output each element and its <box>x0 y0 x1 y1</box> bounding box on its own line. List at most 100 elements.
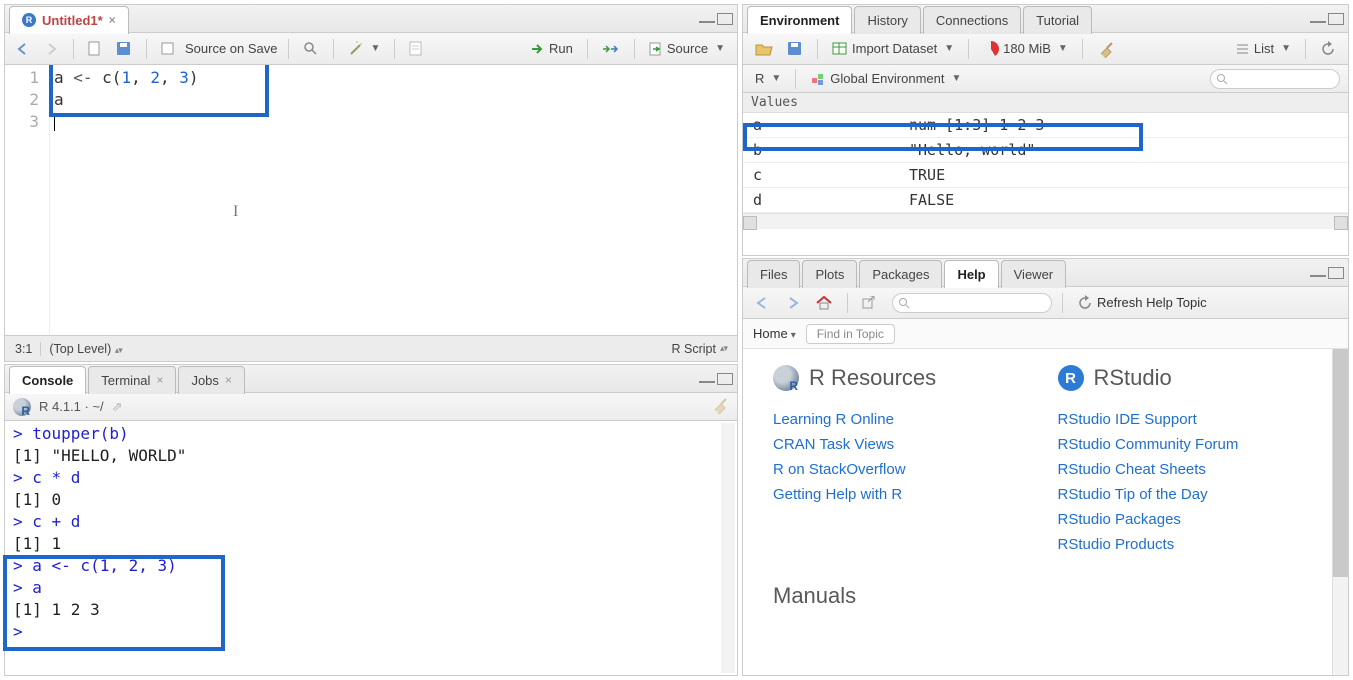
lang-selector[interactable]: R▼ <box>751 69 785 88</box>
env-row-b[interactable]: b"Hello, world" <box>743 138 1348 163</box>
tab-help[interactable]: Help <box>944 260 998 288</box>
tab-files[interactable]: Files <box>747 260 800 288</box>
link-cheatsheets[interactable]: RStudio Cheat Sheets <box>1058 457 1303 482</box>
link-ide-support[interactable]: RStudio IDE Support <box>1058 407 1303 432</box>
help-search[interactable] <box>892 293 1052 313</box>
help-vscrollbar[interactable] <box>1332 349 1348 675</box>
popout-icon[interactable]: ⇗ <box>112 399 123 415</box>
minimize-icon[interactable] <box>1310 13 1326 23</box>
close-icon[interactable]: × <box>109 13 116 27</box>
console-info: R 4.1.1 · ~/ ⇗ <box>5 393 737 421</box>
minimize-icon[interactable] <box>1310 267 1326 277</box>
help-popout-button[interactable] <box>858 294 880 312</box>
link-products[interactable]: RStudio Products <box>1058 532 1303 557</box>
maximize-icon[interactable] <box>717 373 733 385</box>
tab-console[interactable]: Console <box>9 366 86 394</box>
refresh-help-button[interactable]: Refresh Help Topic <box>1073 293 1211 313</box>
source-button[interactable]: Source▼ <box>645 39 729 58</box>
source-on-save-check[interactable] <box>157 40 179 58</box>
link-getting-help[interactable]: Getting Help with R <box>773 482 1018 507</box>
editor[interactable]: 123 a <- c(1, 2, 3) a I <box>5 65 737 335</box>
tab-jobs[interactable]: Jobs× <box>178 366 244 394</box>
console-output[interactable]: > toupper(b) [1] "HELLO, WORLD" > c * d … <box>5 421 737 675</box>
help-content: R Resources Learning R Online CRAN Task … <box>743 349 1332 675</box>
tab-title: Untitled1* <box>42 13 103 28</box>
wand-button[interactable]: ▼ <box>344 39 385 59</box>
refresh-env-button[interactable] <box>1316 39 1340 59</box>
help-home-button[interactable] <box>811 293 837 313</box>
r-logo-icon <box>13 398 31 416</box>
help-tabs: Files Plots Packages Help Viewer <box>743 259 1348 287</box>
console-scrollbar[interactable] <box>721 423 735 673</box>
maximize-icon[interactable] <box>1328 13 1344 25</box>
maximize-icon[interactable] <box>717 13 733 25</box>
run-button[interactable]: Run <box>527 39 577 58</box>
source-on-save-label: Source on Save <box>185 41 278 56</box>
env-section-values: Values <box>743 93 1348 113</box>
scope-selector[interactable]: Global Environment▼ <box>806 69 965 88</box>
report-button[interactable] <box>405 39 427 59</box>
tab-terminal[interactable]: Terminal× <box>88 366 176 394</box>
env-tabs: Environment History Connections Tutorial <box>743 5 1348 33</box>
tab-connections[interactable]: Connections <box>923 6 1021 34</box>
env-hscrollbar[interactable] <box>743 213 1348 229</box>
line-gutter: 123 <box>5 65 50 335</box>
help-home-label[interactable]: Home▾ <box>753 326 796 341</box>
link-community[interactable]: RStudio Community Forum <box>1058 432 1303 457</box>
rstudio-ball-icon: R <box>1058 365 1084 391</box>
show-file-button[interactable] <box>84 39 106 59</box>
env-row-d[interactable]: dFALSE <box>743 188 1348 213</box>
tab-packages[interactable]: Packages <box>859 260 942 288</box>
env-table: anum [1:3] 1 2 3 b"Hello, world" cTRUE d… <box>743 113 1348 213</box>
env-scope-bar: R▼ Global Environment▼ <box>743 65 1348 93</box>
scope-selector[interactable]: (Top Level) ▴▾ <box>40 342 121 356</box>
code-content: a <- c(1, 2, 3) a <box>50 65 203 335</box>
memory-usage[interactable]: 180 MiB▼ <box>979 39 1072 59</box>
source-statusbar: 3:1 (Top Level) ▴▾ R Script ▴▾ <box>5 335 737 361</box>
tab-tutorial[interactable]: Tutorial <box>1023 6 1092 34</box>
find-in-topic[interactable]: Find in Topic <box>806 324 895 344</box>
tab-viewer[interactable]: Viewer <box>1001 260 1067 288</box>
minimize-icon[interactable] <box>699 13 715 23</box>
save-env-button[interactable] <box>783 39 807 59</box>
env-search[interactable] <box>1210 69 1340 89</box>
tab-plots[interactable]: Plots <box>802 260 857 288</box>
console-tabs: Console Terminal× Jobs× <box>5 365 737 393</box>
save-button[interactable] <box>112 39 136 59</box>
find-button[interactable] <box>299 39 323 59</box>
link-cran-task[interactable]: CRAN Task Views <box>773 432 1018 457</box>
source-tabs: R Untitled1* × <box>5 5 737 33</box>
link-packages[interactable]: RStudio Packages <box>1058 507 1303 532</box>
back-button[interactable] <box>13 41 35 57</box>
env-row-a[interactable]: anum [1:3] 1 2 3 <box>743 113 1348 138</box>
tab-environment[interactable]: Environment <box>747 6 852 34</box>
link-tip-of-day[interactable]: RStudio Tip of the Day <box>1058 482 1303 507</box>
help-nav: Refresh Help Topic <box>743 287 1348 319</box>
source-tab-untitled[interactable]: R Untitled1* × <box>9 6 129 34</box>
import-dataset-button[interactable]: Import Dataset▼ <box>828 39 958 58</box>
cursor-position: 3:1 <box>15 342 32 356</box>
maximize-icon[interactable] <box>1328 267 1344 279</box>
env-row-c[interactable]: cTRUE <box>743 163 1348 188</box>
open-button[interactable] <box>751 40 777 58</box>
file-type-selector[interactable]: R Script ▴▾ <box>672 342 728 356</box>
source-toolbar: Source on Save ▼ Run Source▼ <box>5 33 737 65</box>
r-file-icon: R <box>22 13 36 27</box>
rerun-button[interactable] <box>598 41 624 57</box>
view-mode-button[interactable]: List▼ <box>1232 39 1295 58</box>
env-toolbar: Import Dataset▼ 180 MiB▼ List▼ <box>743 33 1348 65</box>
help-back-button[interactable] <box>751 294 775 312</box>
clear-console-icon[interactable] <box>711 396 729 417</box>
link-stackoverflow[interactable]: R on StackOverflow <box>773 457 1018 482</box>
r-resources-heading: R Resources <box>773 365 1018 391</box>
manuals-heading: Manuals <box>773 583 1302 609</box>
clear-env-button[interactable] <box>1093 38 1119 60</box>
memory-pie-icon <box>983 41 999 57</box>
text-cursor-icon: I <box>233 203 238 221</box>
tab-history[interactable]: History <box>854 6 920 34</box>
link-learning-r[interactable]: Learning R Online <box>773 407 1018 432</box>
help-subnav: Home▾ Find in Topic <box>743 319 1348 349</box>
forward-button[interactable] <box>41 41 63 57</box>
minimize-icon[interactable] <box>699 373 715 383</box>
help-forward-button[interactable] <box>781 294 805 312</box>
